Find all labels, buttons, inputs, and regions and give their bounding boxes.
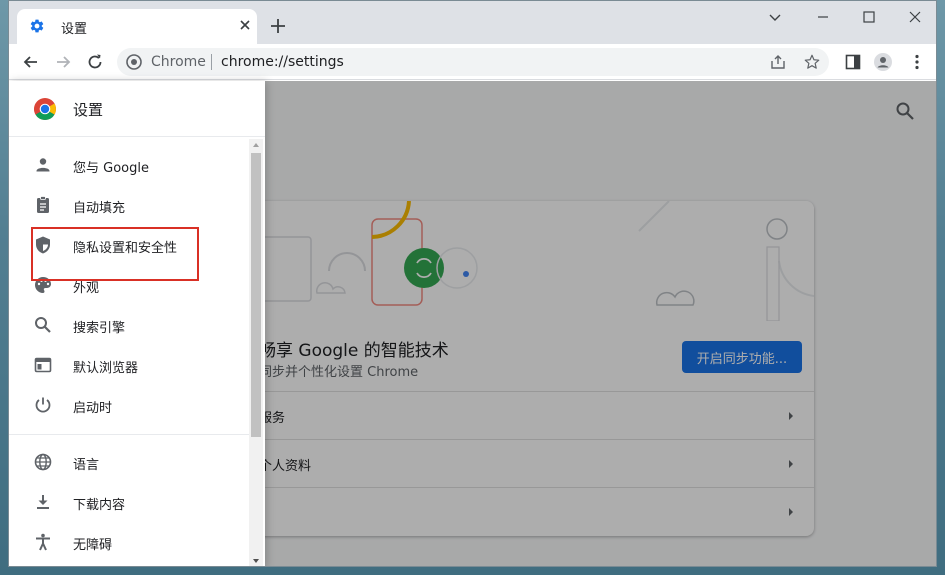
scroll-thumb[interactable] bbox=[251, 153, 261, 437]
minimize-icon[interactable] bbox=[813, 7, 833, 27]
sidebar-item-languages[interactable]: 语言 bbox=[9, 442, 249, 482]
maximize-icon[interactable] bbox=[859, 7, 879, 27]
sidebar-item-default-browser[interactable]: 默认浏览器 bbox=[9, 345, 249, 385]
chrome-icon[interactable] bbox=[125, 53, 143, 71]
sidebar-item-downloads[interactable]: 下载内容 bbox=[9, 482, 249, 522]
scroll-down-arrow-icon[interactable] bbox=[252, 557, 260, 565]
power-icon bbox=[35, 397, 51, 413]
chevron-down-icon[interactable] bbox=[765, 7, 785, 27]
sidebar-item-label: 搜索引擎 bbox=[73, 321, 126, 336]
side-panel-icon[interactable] bbox=[843, 52, 863, 72]
toolbar: Chrome chrome://settings bbox=[9, 44, 936, 80]
drawer-title: 设置 bbox=[73, 101, 104, 119]
tab-strip: 设置 bbox=[9, 1, 936, 44]
tab-title: 设置 bbox=[61, 22, 88, 37]
new-tab-icon[interactable] bbox=[269, 17, 287, 35]
browser-icon bbox=[34, 357, 52, 373]
sidebar-item-label: 无障碍 bbox=[73, 538, 113, 553]
sidebar-item-on-startup[interactable]: 启动时 bbox=[9, 385, 249, 425]
sidebar-item-autofill[interactable]: 自动填充 bbox=[9, 185, 249, 225]
share-icon[interactable] bbox=[769, 53, 787, 71]
more-menu-icon[interactable] bbox=[907, 52, 927, 72]
download-icon bbox=[37, 495, 49, 509]
forward-icon[interactable] bbox=[53, 52, 73, 72]
browser-window: 设置 Chrome chrome://settings 畅享 Google 的智… bbox=[8, 0, 937, 567]
sidebar-item-label: 自动填充 bbox=[73, 201, 126, 216]
drawer-scrollbar[interactable] bbox=[249, 139, 263, 566]
gear-icon bbox=[30, 19, 44, 33]
address-bar[interactable]: Chrome chrome://settings bbox=[117, 48, 829, 76]
accessibility-icon bbox=[36, 533, 50, 551]
sidebar-item-you-and-google[interactable]: 您与 Google bbox=[9, 145, 249, 185]
drawer-header: 设置 bbox=[9, 81, 265, 137]
back-icon[interactable] bbox=[21, 52, 41, 72]
nav-divider bbox=[9, 434, 249, 435]
sidebar-item-label: 下载内容 bbox=[73, 498, 126, 513]
sidebar-item-label: 启动时 bbox=[73, 401, 113, 416]
close-icon[interactable] bbox=[237, 17, 253, 33]
sidebar-item-label: 您与 Google bbox=[73, 161, 149, 176]
globe-icon bbox=[34, 453, 52, 471]
sidebar-item-accessibility[interactable]: 无障碍 bbox=[9, 522, 249, 562]
sidebar-item-label: 语言 bbox=[73, 458, 100, 473]
person-icon bbox=[36, 158, 50, 172]
settings-drawer: 设置 您与 Google 自动填充 隐私设置和安全性 外观 搜索引擎 默认浏览器… bbox=[9, 81, 265, 566]
sidebar-item-search-engine[interactable]: 搜索引擎 bbox=[9, 305, 249, 345]
search-icon bbox=[35, 317, 51, 333]
settings-content: 畅享 Google 的智能技术 同步并个性化设置 Chrome 开启同步功能..… bbox=[9, 81, 936, 566]
scroll-up-arrow-icon[interactable] bbox=[252, 141, 260, 149]
site-label: Chrome bbox=[151, 54, 206, 70]
omnibox-divider bbox=[211, 54, 212, 70]
highlight-annotation bbox=[31, 227, 199, 281]
reload-icon[interactable] bbox=[85, 52, 105, 72]
url-text[interactable]: chrome://settings bbox=[221, 54, 344, 70]
chrome-logo-icon bbox=[34, 98, 56, 120]
sidebar-item-label: 默认浏览器 bbox=[73, 361, 139, 376]
profile-avatar-icon[interactable] bbox=[873, 52, 893, 72]
clipboard-icon bbox=[37, 196, 49, 213]
bookmark-star-icon[interactable] bbox=[803, 53, 821, 71]
window-close-icon[interactable] bbox=[905, 7, 925, 27]
tab-settings[interactable]: 设置 bbox=[17, 9, 257, 44]
